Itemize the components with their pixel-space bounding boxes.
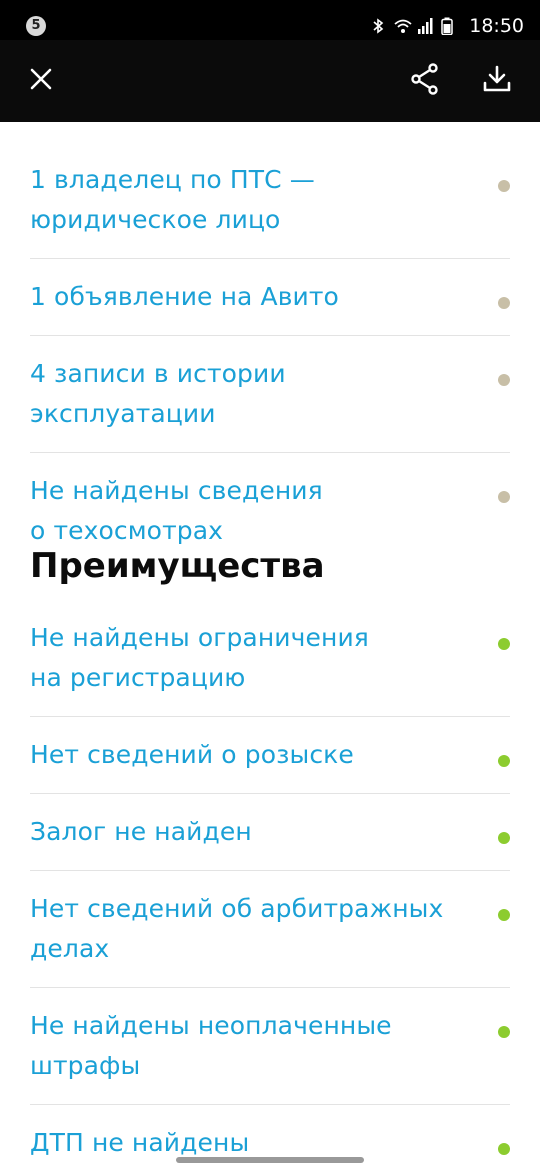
list-item[interactable]: Нет сведений об арбитражных делах [30, 871, 510, 988]
bluetooth-icon [369, 17, 387, 35]
list-item-label: Нет сведений о розыске [30, 740, 354, 769]
list-item[interactable]: 1 владелец по ПТС — юридическое лицо [30, 142, 510, 259]
list-item[interactable]: 1 объявление на Авито [30, 259, 510, 336]
home-indicator[interactable] [176, 1157, 364, 1163]
section-title-advantages: Преимущества [30, 546, 325, 586]
list-item[interactable]: Нет сведений о розыске [30, 717, 510, 794]
wifi-icon [393, 17, 412, 35]
status-dot-good [498, 832, 510, 844]
list-item-label: Залог не найден [30, 817, 252, 846]
battery-icon [441, 17, 459, 36]
signal-icon [417, 17, 435, 35]
list-item-label: Не найдены неоплаченные штрафы [30, 1011, 392, 1080]
list-item-label: Не найдены сведения о техосмотрах [30, 476, 323, 545]
list-item[interactable]: 4 записи в истории эксплуатации [30, 336, 510, 453]
list-item-label: 1 объявление на Авито [30, 282, 339, 311]
status-time: 18:50 [469, 15, 524, 37]
share-icon [410, 63, 440, 99]
status-bar: 5 18:50 [0, 0, 540, 40]
status-dot-good [498, 1143, 510, 1155]
status-dot-neutral [498, 297, 510, 309]
status-dot-neutral [498, 180, 510, 192]
list-item[interactable]: Не найдены неоплаченные штрафы [30, 988, 510, 1105]
status-dot-good [498, 909, 510, 921]
close-button[interactable] [20, 60, 62, 102]
status-dot-neutral [498, 374, 510, 386]
status-icons: 18:50 [369, 12, 524, 40]
app-bar [0, 40, 540, 122]
status-dot-neutral [498, 491, 510, 503]
report-content[interactable]: 1 владелец по ПТС — юридическое лицо 1 о… [0, 122, 540, 1171]
close-icon [29, 67, 53, 95]
status-dot-good [498, 755, 510, 767]
disadvantages-list: 1 владелец по ПТС — юридическое лицо 1 о… [30, 142, 510, 569]
list-item[interactable]: Не найдены ограничения на регистрацию [30, 600, 510, 717]
status-dot-good [498, 638, 510, 650]
list-item-label: 4 записи в истории эксплуатации [30, 359, 286, 428]
list-item-label: Нет сведений об арбитражных делах [30, 894, 444, 963]
list-item[interactable]: Залог не найден [30, 794, 510, 871]
share-button[interactable] [404, 60, 446, 102]
status-dot-good [498, 1026, 510, 1038]
download-button[interactable] [476, 60, 518, 102]
list-item-label: Не найдены ограничения на регистрацию [30, 623, 369, 692]
advantages-list: Не найдены ограничения на регистрацию Не… [30, 600, 510, 1171]
download-icon [482, 64, 512, 98]
list-item-label: 1 владелец по ПТС — юридическое лицо [30, 165, 315, 234]
notification-badge: 5 [26, 16, 46, 36]
